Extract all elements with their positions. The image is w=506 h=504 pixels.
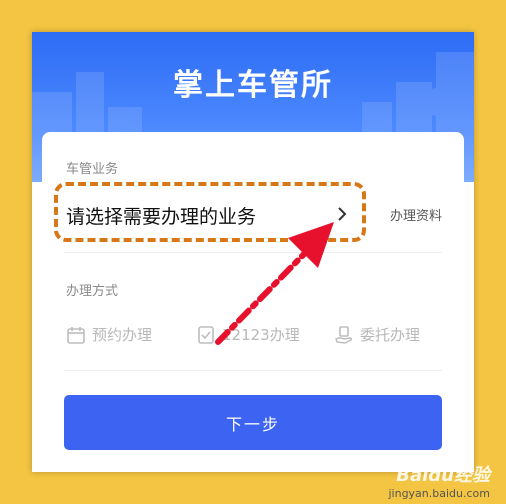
watermark-url: jingyan.baidu.com xyxy=(388,487,490,500)
arrow-annotation-icon xyxy=(215,222,334,345)
watermark: Baidu经验 jingyan.baidu.com xyxy=(388,461,490,500)
watermark-logo: Baidu经验 xyxy=(396,465,490,486)
